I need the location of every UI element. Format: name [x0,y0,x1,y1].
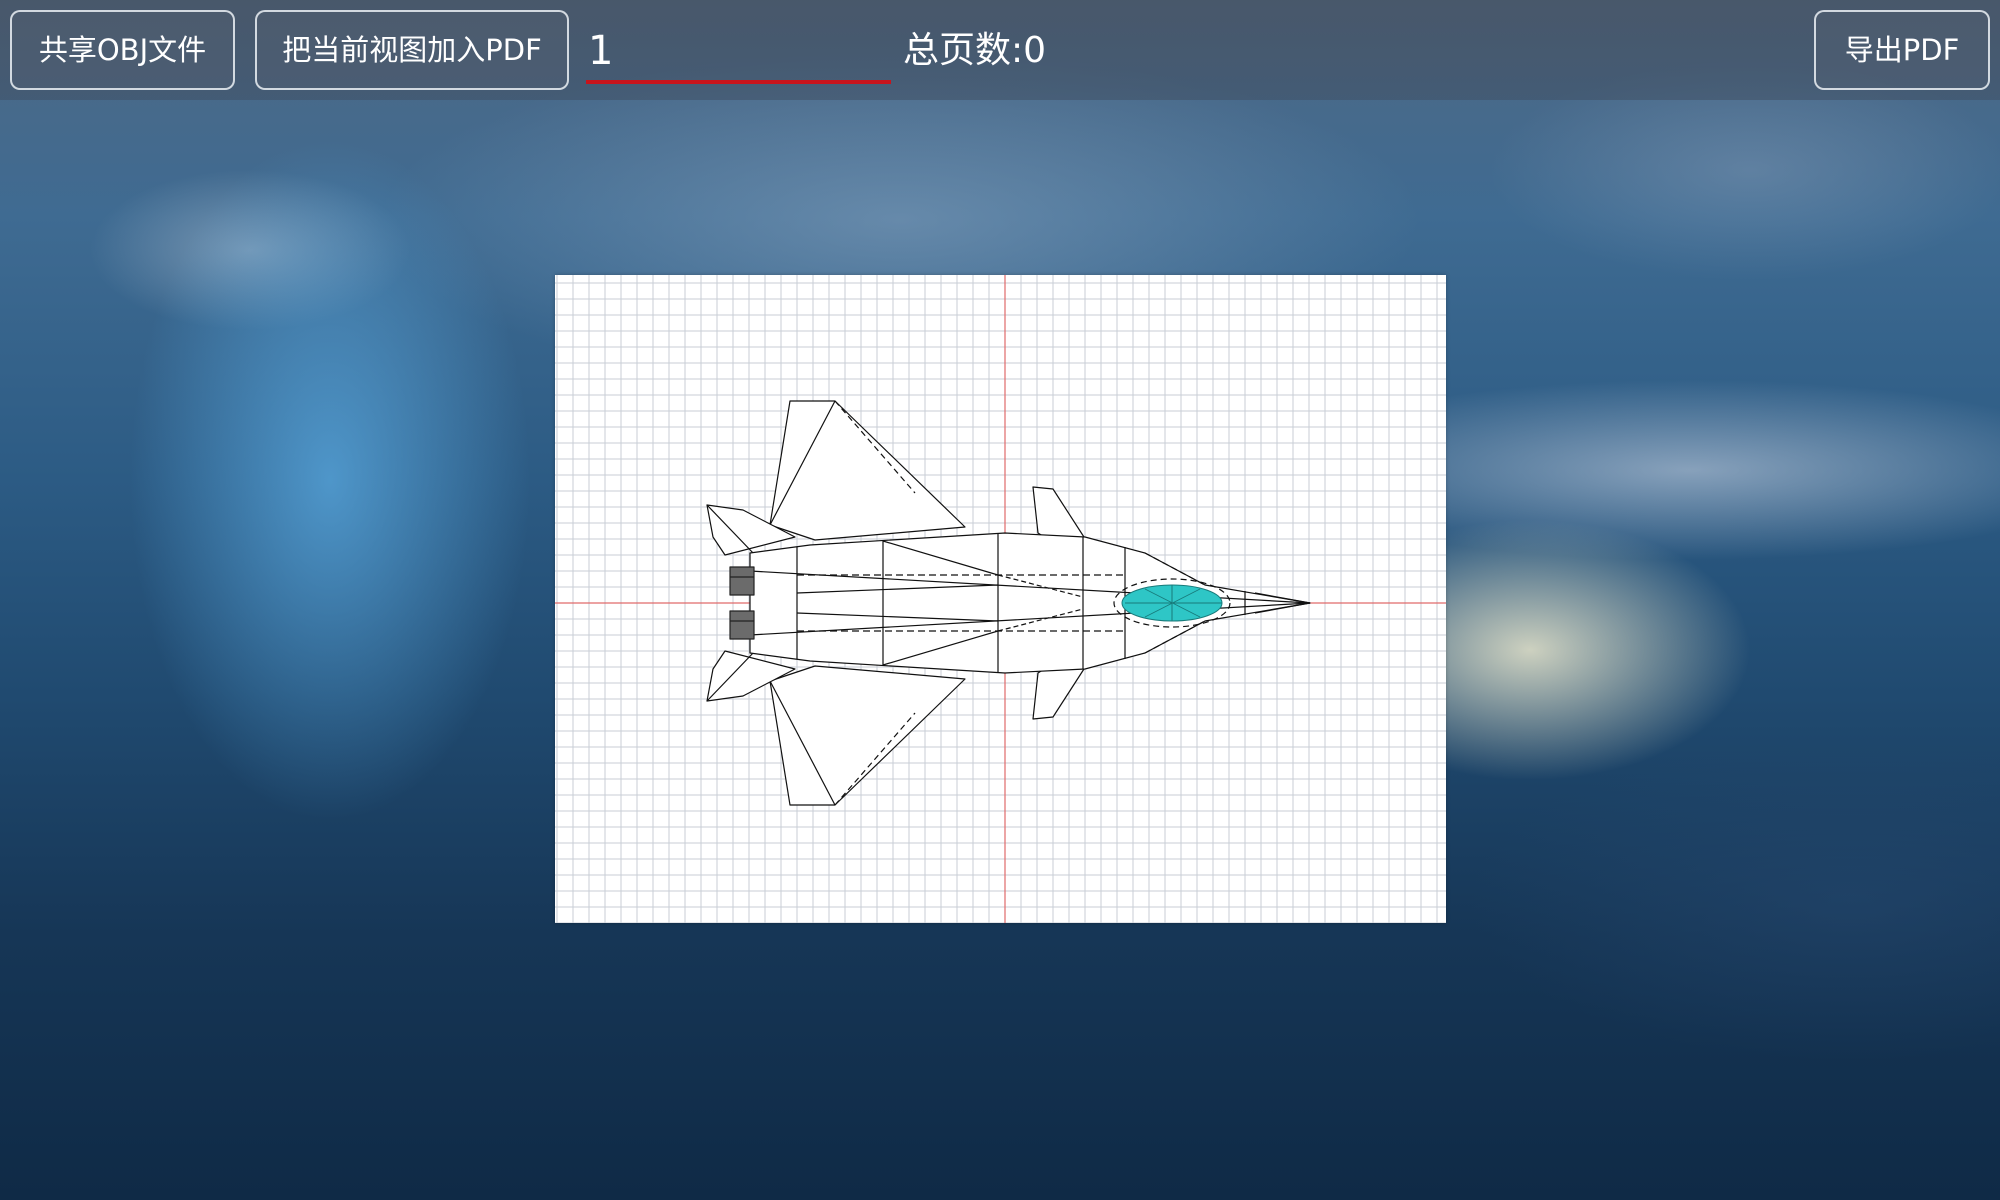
share-obj-button[interactable]: 共享OBJ文件 [10,10,235,90]
page-number-field[interactable] [586,22,891,84]
fighter-jet-wireframe-icon [706,400,1311,806]
fuselage [749,532,1311,674]
lower-nozzle [729,610,755,640]
export-pdf-button[interactable]: 导出PDF [1814,10,1990,90]
total-pages-label: 总页数:0 [903,30,1047,71]
page-input-underline [586,80,891,84]
view-preview-canvas[interactable] [555,275,1446,923]
upper-nozzle [729,566,755,596]
upper-main-wing [769,400,966,541]
add-view-to-pdf-button[interactable]: 把当前视图加入PDF [255,10,569,90]
lower-main-wing [769,665,966,806]
preview-svg [555,275,1446,923]
top-toolbar: 共享OBJ文件 把当前视图加入PDF 总页数:0 导出PDF [0,0,2000,100]
page-number-input[interactable] [586,22,891,80]
